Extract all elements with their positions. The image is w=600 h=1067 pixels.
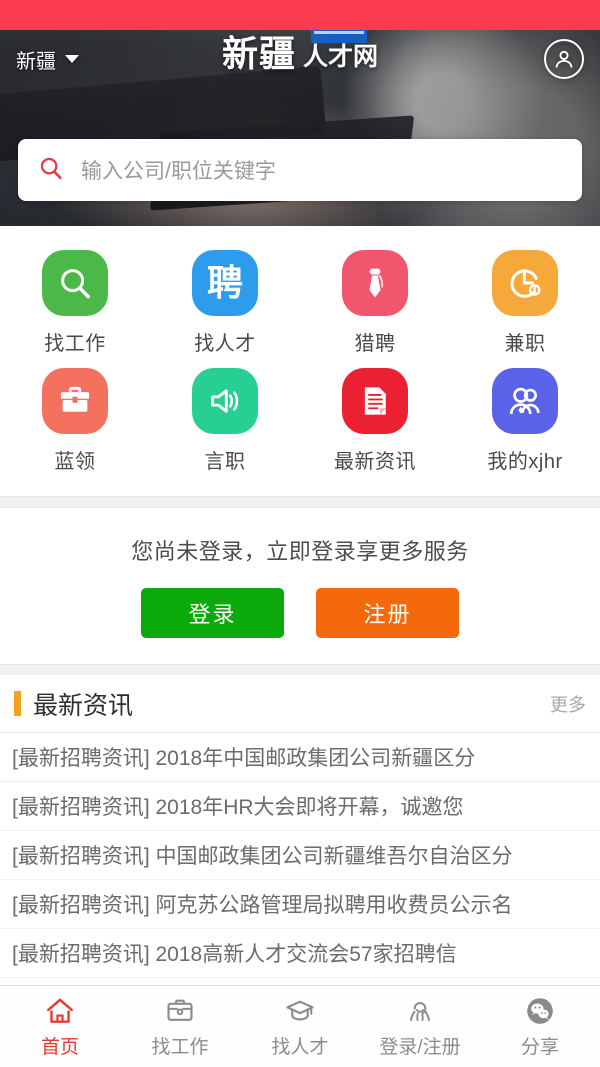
tab-label: 找人才 [271, 1036, 329, 1058]
register-button[interactable]: 注册 [316, 588, 459, 638]
section-accent-bar [14, 691, 21, 716]
quick-action-my-xjhr[interactable]: 我的xjhr [450, 360, 600, 478]
news-list-item[interactable]: [最新招聘资讯] 2018年HR大会即将开幕，诚邀您 [0, 782, 600, 831]
quick-action-row-1: 找工作 聘 找人才 猎聘 兼职 [0, 242, 600, 360]
login-prompt-message: 您尚未登录，立即登录享更多服务 [131, 539, 469, 564]
app-root: 新疆 人才网 新疆 输入公司/职位关键字 找工作 聘 找人才 猎聘 兼职 蓝领 … [0, 0, 600, 1067]
quick-action-latest-news[interactable]: 最新资讯 [300, 360, 450, 478]
tab-find-job[interactable]: 找工作 [120, 995, 240, 1059]
quick-action-find-job[interactable]: 找工作 [0, 242, 150, 360]
wechat-share-icon [524, 995, 556, 1027]
login-button[interactable]: 登录 [141, 588, 284, 638]
bottom-tab-bar: 首页 找工作 找人才 登录/注册 分享 [0, 985, 600, 1067]
news-more-link[interactable]: 更多 [550, 691, 586, 717]
hire-char-glyph: 聘 [206, 262, 243, 303]
search-icon [38, 155, 64, 186]
quick-action-find-talent[interactable]: 聘 找人才 [150, 242, 300, 360]
section-divider [0, 497, 600, 507]
news-list-item[interactable]: [最新招聘资讯] 2018年中国邮政集团公司新疆区分 [0, 733, 600, 782]
quick-action-label: 最新资讯 [334, 451, 416, 473]
tab-label: 找工作 [151, 1036, 209, 1058]
home-icon [44, 995, 76, 1027]
tab-label: 登录/注册 [379, 1036, 461, 1058]
megaphone-icon [192, 368, 258, 434]
city-selector[interactable]: 新疆 [16, 45, 79, 74]
quick-action-grid: 找工作 聘 找人才 猎聘 兼职 蓝领 言职 最新资讯 我的xjhr [0, 226, 600, 497]
tab-home[interactable]: 首页 [0, 995, 120, 1059]
person-icon [404, 995, 436, 1027]
tab-share[interactable]: 分享 [480, 995, 600, 1059]
necktie-icon [342, 250, 408, 316]
quick-action-label: 言职 [204, 451, 246, 473]
news-list-item[interactable]: [最新招聘资讯] 2018高新人才交流会57家招聘信 [0, 929, 600, 978]
quick-action-label: 兼职 [504, 333, 546, 355]
search-bar[interactable]: 输入公司/职位关键字 [18, 139, 582, 201]
tab-find-talent[interactable]: 找人才 [240, 995, 360, 1059]
briefcase-icon [164, 995, 196, 1027]
clock-icon [492, 250, 558, 316]
news-section-header: 最新资讯 更多 [0, 675, 600, 733]
tab-label: 分享 [520, 1036, 559, 1058]
tab-label: 首页 [40, 1036, 79, 1058]
chevron-down-icon [65, 55, 79, 63]
graduation-cap-icon [284, 995, 316, 1027]
quick-action-label: 蓝领 [54, 451, 96, 473]
hero-top-bar: 新疆 [0, 30, 600, 88]
city-selector-label: 新疆 [16, 50, 56, 73]
quick-action-parttime[interactable]: 兼职 [450, 242, 600, 360]
user-account-icon[interactable] [544, 39, 584, 79]
login-prompt-card: 您尚未登录，立即登录享更多服务 登录 注册 [0, 507, 600, 665]
quick-action-label: 我的xjhr [487, 451, 563, 473]
news-list-item[interactable]: [最新招聘资讯] 阿克苏公路管理局拟聘用收费员公示名 [0, 880, 600, 929]
news-list-item[interactable]: [最新招聘资讯] 中国邮政集团公司新疆维吾尔自治区分 [0, 831, 600, 880]
hire-char-icon: 聘 [192, 250, 258, 316]
quick-action-headhunting[interactable]: 猎聘 [300, 242, 450, 360]
quick-action-blue-collar[interactable]: 蓝领 [0, 360, 150, 478]
document-icon [342, 368, 408, 434]
magnifier-icon [42, 250, 108, 316]
users-group-icon [492, 368, 558, 434]
status-bar [0, 0, 600, 30]
toolbox-icon [42, 368, 108, 434]
hero-banner: 新疆 人才网 新疆 输入公司/职位关键字 [0, 30, 600, 226]
search-input[interactable]: 输入公司/职位关键字 [81, 155, 276, 185]
quick-action-job-talk[interactable]: 言职 [150, 360, 300, 478]
news-section-title: 最新资讯 [33, 691, 134, 720]
login-prompt-buttons: 登录 注册 [0, 588, 600, 638]
tab-login-register[interactable]: 登录/注册 [360, 995, 480, 1059]
quick-action-label: 找人才 [194, 333, 256, 355]
quick-action-label: 猎聘 [354, 333, 396, 355]
section-divider-2 [0, 665, 600, 675]
quick-action-row-2: 蓝领 言职 最新资讯 我的xjhr [0, 360, 600, 478]
quick-action-label: 找工作 [44, 333, 106, 355]
